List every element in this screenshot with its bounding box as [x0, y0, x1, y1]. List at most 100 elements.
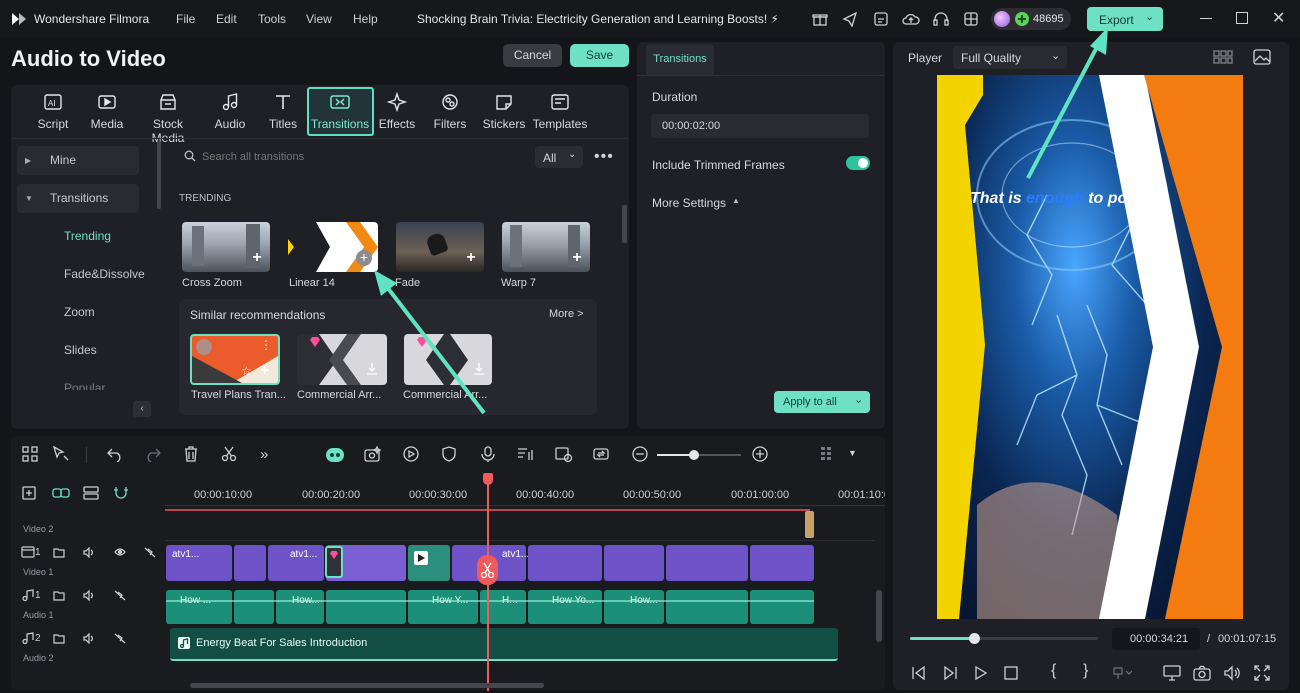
report-icon[interactable] [873, 11, 889, 27]
send-icon[interactable] [842, 11, 858, 27]
tool-audio[interactable]: Audio [200, 90, 260, 131]
audio-clip[interactable] [326, 590, 406, 624]
credits-badge[interactable]: 48695 [991, 8, 1071, 30]
undo-icon[interactable] [107, 446, 123, 462]
media-scrollbar[interactable] [622, 205, 627, 243]
grid-apps-icon[interactable] [963, 11, 979, 27]
mark-in-icon[interactable]: { [1051, 662, 1056, 680]
more-vert-icon[interactable]: ⋮ [260, 338, 272, 352]
shield-icon[interactable] [442, 446, 456, 462]
magnet-snap-icon[interactable] [113, 485, 129, 501]
video-clip[interactable] [234, 545, 266, 581]
thumb-warp-7[interactable]: + [502, 222, 590, 272]
more-tools-icon[interactable]: » [260, 446, 268, 463]
menu-edit[interactable]: Edit [216, 12, 237, 26]
display-icon[interactable] [1163, 665, 1181, 681]
tool-transitions[interactable]: Transitions [310, 90, 370, 131]
thumb-travel-plans[interactable]: ⋮ ☆ + [190, 334, 280, 385]
sidebar-item-trending[interactable]: Trending [64, 222, 186, 251]
cancel-button[interactable]: Cancel [503, 44, 562, 67]
auto-reframe-icon[interactable] [555, 446, 573, 462]
sidebar-item-mine[interactable]: ▶ Mine [17, 146, 139, 175]
folder-icon[interactable] [53, 590, 65, 601]
tool-templates[interactable]: Templates [530, 90, 590, 131]
tool-titles[interactable]: Titles [253, 90, 313, 131]
stop-icon[interactable] [1004, 666, 1018, 680]
star-icon[interactable]: ☆ [241, 364, 252, 378]
video-clip[interactable]: atv1... [268, 545, 324, 581]
play-icon[interactable] [974, 666, 988, 680]
minimize-icon[interactable] [1200, 18, 1212, 19]
video-clip[interactable] [528, 545, 602, 581]
image-icon[interactable] [1253, 49, 1271, 65]
more-link[interactable]: More > [549, 308, 584, 320]
microphone-icon[interactable] [481, 446, 495, 462]
speaker-icon[interactable] [83, 547, 95, 558]
fullscreen-icon[interactable] [1254, 665, 1270, 681]
playhead[interactable] [487, 479, 489, 691]
audio-clip[interactable] [666, 590, 748, 624]
snapshot-camera-icon[interactable] [1193, 665, 1211, 681]
add-icon[interactable]: + [570, 250, 584, 266]
track-manager-icon[interactable] [83, 486, 99, 500]
eye-icon[interactable] [114, 547, 126, 557]
menu-file[interactable]: File [176, 12, 195, 26]
gift-icon[interactable] [812, 11, 828, 27]
thumb-fade[interactable]: + [396, 222, 484, 272]
search-input[interactable] [202, 147, 502, 167]
audio-clip[interactable] [234, 590, 274, 624]
mark-out-icon[interactable]: } [1083, 662, 1088, 680]
mute-toggle-icon[interactable] [144, 547, 156, 558]
ai-mate-icon[interactable] [325, 446, 345, 464]
delete-trash-icon[interactable] [184, 446, 198, 462]
text-to-speech-icon[interactable] [517, 446, 535, 462]
filter-select[interactable]: All ⌄ [535, 146, 583, 168]
zoom-out-icon[interactable] [632, 446, 648, 462]
audio-clip-energy-beat[interactable]: Energy Beat For Sales Introduction [170, 628, 838, 661]
split-scissors-icon[interactable] [477, 555, 498, 585]
select-cursor-icon[interactable] [52, 446, 70, 462]
download-icon[interactable] [472, 362, 486, 376]
chevron-up-icon[interactable]: ▲ [732, 196, 740, 205]
cloud-upload-icon[interactable] [902, 11, 920, 27]
download-icon[interactable] [365, 362, 379, 376]
layout-grid-icon[interactable] [22, 446, 38, 462]
timeline-h-scrollbar[interactable] [190, 683, 544, 688]
thumb-linear-14[interactable]: + [288, 222, 378, 272]
sidebar-item-transitions[interactable]: ▼ Transitions [17, 184, 139, 213]
thumb-commercial-1[interactable] [297, 334, 387, 385]
maximize-icon[interactable] [1236, 12, 1248, 24]
playhead-handle[interactable] [483, 473, 493, 485]
video-clip[interactable]: atv1... [166, 545, 232, 581]
folder-icon[interactable] [53, 633, 65, 644]
track-layout-icon[interactable] [820, 446, 836, 464]
grid-view-icon[interactable] [1213, 50, 1233, 64]
audio-clip[interactable]: How ... [166, 590, 232, 624]
chevron-down-icon[interactable]: ▼ [848, 448, 857, 458]
volume-icon[interactable] [1223, 665, 1241, 681]
add-icon[interactable]: + [260, 362, 269, 380]
more-options-icon[interactable]: ••• [594, 148, 614, 166]
video-clip[interactable] [666, 545, 748, 581]
add-icon[interactable]: + [464, 250, 478, 266]
menu-view[interactable]: View [306, 12, 332, 26]
timeline-v-scrollbar[interactable] [876, 590, 882, 642]
next-frame-icon[interactable] [942, 666, 958, 680]
audio-clip[interactable]: How... [604, 590, 664, 624]
sidebar-scrollbar[interactable] [157, 141, 161, 209]
link-icon[interactable] [52, 486, 70, 500]
sidebar-item-popular[interactable]: Popular [64, 374, 186, 390]
tool-script[interactable]: AI Script [23, 90, 83, 131]
video-clip[interactable] [750, 545, 814, 581]
marker-icon[interactable] [1112, 666, 1132, 680]
thumb-commercial-2[interactable] [404, 334, 492, 385]
tool-stickers[interactable]: Stickers [474, 90, 534, 131]
tool-media[interactable]: Media [77, 90, 137, 131]
duration-field[interactable]: 00:00:02:00 [651, 114, 869, 138]
more-settings-label[interactable]: More Settings [652, 196, 726, 210]
scissors-icon[interactable] [221, 446, 237, 462]
prev-frame-icon[interactable] [911, 666, 927, 680]
sidebar-item-zoom[interactable]: Zoom [64, 298, 186, 327]
tool-stock-media[interactable]: Stock Media [138, 90, 198, 145]
search-bar[interactable] [168, 143, 528, 170]
